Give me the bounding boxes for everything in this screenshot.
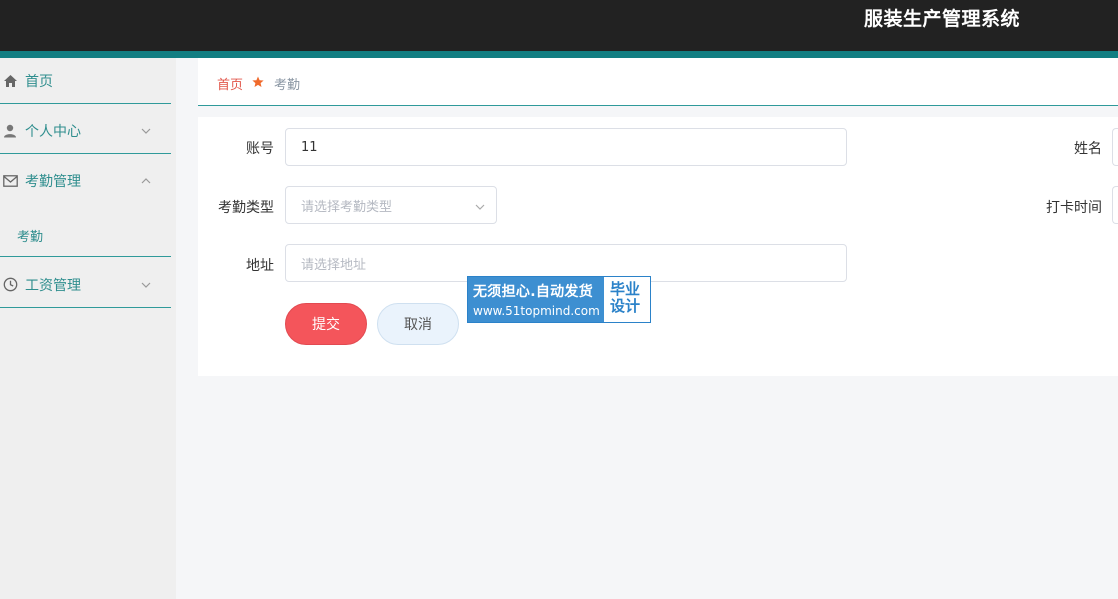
name-label: 姓名 <box>1074 141 1102 157</box>
sidebar-item-label: 个人中心 <box>25 123 81 140</box>
sidebar-item-label: 首页 <box>25 73 53 90</box>
sidebar-item-label: 考勤管理 <box>25 174 81 190</box>
account-input[interactable]: 11 <box>285 128 847 166</box>
watermark-left: 无须担心.自动发货 www.51topmind.com <box>468 277 604 322</box>
app-title: 服装生产管理系统 <box>864 8 1021 30</box>
submenu-item-attendance[interactable]: 考勤 <box>17 226 43 245</box>
submit-button[interactable]: 提交 <box>285 303 367 345</box>
attendance-form: 账号 11 姓名 考勤类型 请选择考勤类型 打卡时间 地址 请选择地址 提交 取… <box>198 117 1118 376</box>
top-header: 服装生产管理系统 <box>0 0 1118 51</box>
watermark-right-bottom: 设计 <box>610 297 641 315</box>
header-accent-strip <box>0 51 1118 58</box>
watermark-right-top: 毕业 <box>610 280 641 298</box>
address-label: 地址 <box>246 258 274 274</box>
breadcrumb: 首页 考勤 <box>198 58 1118 106</box>
attendance-type-select[interactable]: 请选择考勤类型 <box>285 186 497 224</box>
sidebar-item-attendance-management[interactable]: 考勤管理 <box>0 158 171 204</box>
watermark-badge: 无须担心.自动发货 www.51topmind.com 毕业 设计 <box>467 276 651 323</box>
watermark-right: 毕业 设计 <box>604 277 650 322</box>
chevron-down-icon <box>141 128 151 134</box>
attendance-type-label: 考勤类型 <box>218 200 274 216</box>
sidebar-item-personal-center[interactable]: 个人中心 <box>0 108 171 154</box>
submenu-divider <box>0 256 171 257</box>
breadcrumb-home-link[interactable]: 首页 <box>217 74 243 93</box>
sidebar: 首页 个人中心 考勤管理 考勤 工资管理 <box>0 58 176 599</box>
chevron-up-icon <box>141 178 151 184</box>
chevron-down-icon <box>141 282 151 288</box>
cancel-button[interactable]: 取消 <box>377 303 459 345</box>
watermark-slogan: 无须担心.自动发货 <box>473 284 594 300</box>
sidebar-item-salary-management[interactable]: 工资管理 <box>0 262 171 308</box>
home-icon <box>2 73 18 89</box>
name-input[interactable] <box>1112 128 1118 166</box>
star-icon <box>252 76 264 87</box>
account-label: 账号 <box>246 141 274 157</box>
user-icon <box>2 123 18 139</box>
punch-time-label: 打卡时间 <box>1046 200 1102 216</box>
punch-time-input[interactable] <box>1112 186 1118 224</box>
sidebar-item-home[interactable]: 首页 <box>0 58 171 104</box>
breadcrumb-current: 考勤 <box>274 78 301 93</box>
clock-icon <box>2 277 18 293</box>
mail-icon <box>2 173 18 189</box>
chevron-down-icon <box>475 204 485 210</box>
watermark-url: www.51topmind.com <box>473 304 600 318</box>
sidebar-item-label: 工资管理 <box>25 277 81 294</box>
